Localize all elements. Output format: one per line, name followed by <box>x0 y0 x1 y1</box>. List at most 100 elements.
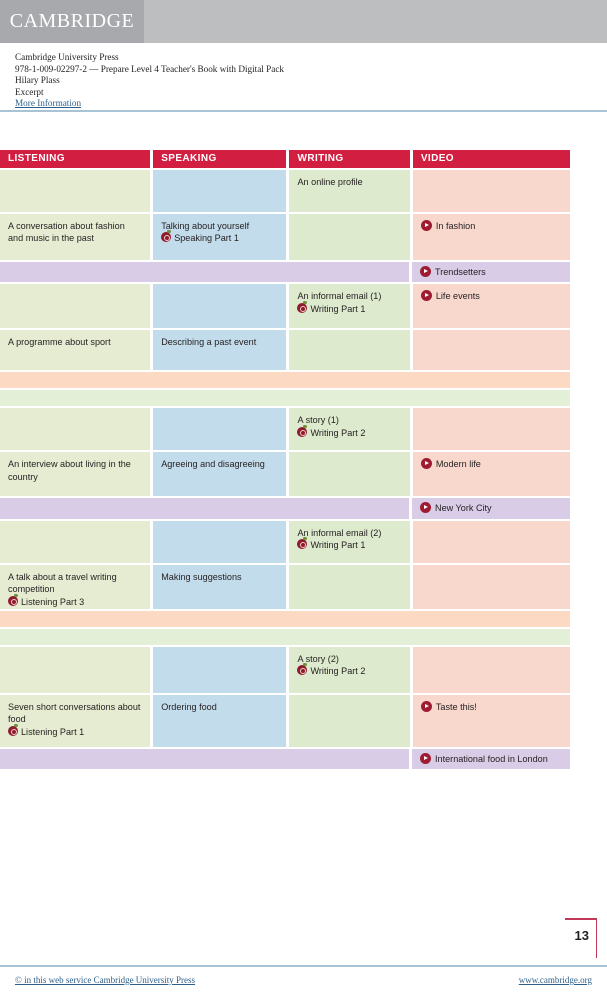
cambridge-logo: CAMBRIDGE <box>0 0 144 43</box>
exam-tip-entry: Writing Part 2 <box>297 424 401 439</box>
table-row: A conversation about fashion and music i… <box>0 214 570 260</box>
exam-tip-icon <box>8 593 18 606</box>
listening-cell: A conversation about fashion and music i… <box>0 214 151 260</box>
culture-video-row: International food in London <box>0 748 570 770</box>
speaking-cell-text: Ordering food <box>161 701 217 712</box>
footer-website-link[interactable]: www.cambridge.org <box>519 975 592 985</box>
video-cell <box>412 564 570 609</box>
culture-row-spacer <box>0 262 409 283</box>
video-title: New York City <box>435 503 492 514</box>
listening-cell <box>0 408 151 451</box>
exam-part-label: Listening Part 1 <box>21 726 85 737</box>
bibliographic-header: Cambridge University Press 978-1-009-022… <box>15 52 575 110</box>
writing-cell: A story (2) Writing Part 2 <box>289 646 410 693</box>
corner-rule-horizontal <box>565 918 597 920</box>
video-cell: In fashion <box>412 214 570 260</box>
writing-cell-text: An informal email (2) <box>297 527 382 538</box>
culture-video-row: Trendsetters <box>0 262 570 283</box>
video-entry: Trendsetters <box>420 266 486 278</box>
listening-cell-text: An interview about living in the country <box>8 459 131 482</box>
writing-cell <box>289 330 410 371</box>
play-circle-icon <box>420 700 432 712</box>
excerpt-line: Excerpt <box>15 86 44 97</box>
listening-cell: A programme about sport <box>0 330 151 371</box>
video-entry: Taste this! <box>420 700 562 713</box>
play-circle-icon <box>420 752 431 764</box>
play-circle-icon <box>420 220 432 231</box>
speaking-cell-text: Agreeing and disagreeing <box>161 459 265 470</box>
video-entry: New York City <box>420 502 492 514</box>
footer-copyright[interactable]: © in this web service Cambridge Universi… <box>15 975 195 985</box>
listening-cell <box>0 646 151 693</box>
exam-tip-entry: Listening Part 3 <box>8 593 142 608</box>
isbn-title-line: 978-1-009-02297-2 — Prepare Level 4 Teac… <box>15 63 284 74</box>
culture-row-spacer <box>0 748 409 770</box>
column-header-listening: LISTENING <box>0 150 151 168</box>
writing-cell: An informal email (2) Writing Part 1 <box>289 520 410 563</box>
listening-cell: An interview about living in the country <box>0 452 151 497</box>
listening-cell: A talk about a travel writing competitio… <box>0 564 151 609</box>
exam-tip-entry: Writing Part 2 <box>297 663 401 677</box>
speaking-cell <box>153 284 287 329</box>
listening-cell <box>0 520 151 563</box>
table-row: An informal email (1) Writing Part 1 Life … <box>0 284 570 329</box>
speaking-cell <box>153 408 287 451</box>
listening-cell-text: A talk about a travel writing competitio… <box>8 571 117 595</box>
speaking-cell <box>153 646 287 693</box>
video-entry: Modern life <box>420 458 562 470</box>
exam-part-label: Speaking Part 1 <box>174 233 239 244</box>
table-row: A story (1) Writing Part 2 <box>0 408 570 451</box>
exam-tip-icon <box>161 230 172 243</box>
exam-part-label: Writing Part 1 <box>310 303 366 314</box>
unit-separator-band <box>0 372 570 389</box>
top-banner: CAMBRIDGE <box>0 0 607 43</box>
exam-tip-entry: Writing Part 1 <box>297 537 401 551</box>
listening-cell: Seven short conversations about food List… <box>0 694 151 747</box>
exam-tip-icon <box>297 300 308 313</box>
video-cell: Taste this! <box>412 694 570 747</box>
more-information-link[interactable]: More Information <box>15 98 81 108</box>
video-cell <box>412 520 570 563</box>
exam-tip-icon <box>297 537 308 550</box>
author-line: Hilary Plass <box>15 75 60 86</box>
column-header-writing: WRITING <box>289 150 410 168</box>
syllabus-map-table: LISTENING SPEAKING WRITING VIDEO An onli… <box>0 150 570 771</box>
video-entry: International food in London <box>420 752 548 765</box>
culture-video-row: New York City <box>0 498 570 519</box>
table-row: An informal email (2) Writing Part 1 <box>0 520 570 563</box>
video-cell: Modern life <box>412 452 570 497</box>
speaking-cell <box>153 520 287 563</box>
cambridge-logo-text: CAMBRIDGE <box>9 10 135 32</box>
video-title: Taste this! <box>435 701 477 712</box>
play-circle-icon <box>420 290 432 302</box>
writing-cell <box>289 694 410 747</box>
footer-divider-rule <box>0 965 607 967</box>
listening-cell-text: A conversation about fashion and music i… <box>8 221 125 244</box>
speaking-cell <box>153 170 287 212</box>
exam-tip-icon <box>297 424 308 437</box>
exam-part-label: Writing Part 2 <box>310 427 366 438</box>
writing-cell <box>289 452 410 497</box>
writing-cell: An online profile <box>289 170 410 212</box>
exam-part-label: Writing Part 2 <box>310 666 366 677</box>
table-row: A story (2) Writing Part 2 <box>0 646 570 693</box>
table-row: An interview about living in the country… <box>0 452 570 497</box>
unit-separator-band <box>0 628 570 645</box>
video-cell <box>412 408 570 451</box>
writing-cell-text: An informal email (1) <box>297 291 382 302</box>
video-title: International food in London <box>435 753 548 764</box>
speaking-cell-text: Talking about yourself <box>161 221 250 231</box>
video-cell <box>412 646 570 693</box>
video-cell <box>412 170 570 212</box>
writing-cell <box>289 214 410 260</box>
exam-tip-entry: Listening Part 1 <box>8 723 142 738</box>
video-title: Life events <box>435 291 480 302</box>
page-number-marker: 13 <box>555 918 597 960</box>
speaking-cell: Making suggestions <box>153 564 287 609</box>
exam-tip-entry: Speaking Part 1 <box>161 230 278 244</box>
exam-part-label: Writing Part 1 <box>310 540 366 551</box>
speaking-cell: Talking about yourself Speaking Part 1 <box>153 214 287 260</box>
unit-separator-band <box>0 390 570 407</box>
corner-rule-vertical <box>595 918 597 958</box>
table-row: An online profile <box>0 170 570 212</box>
